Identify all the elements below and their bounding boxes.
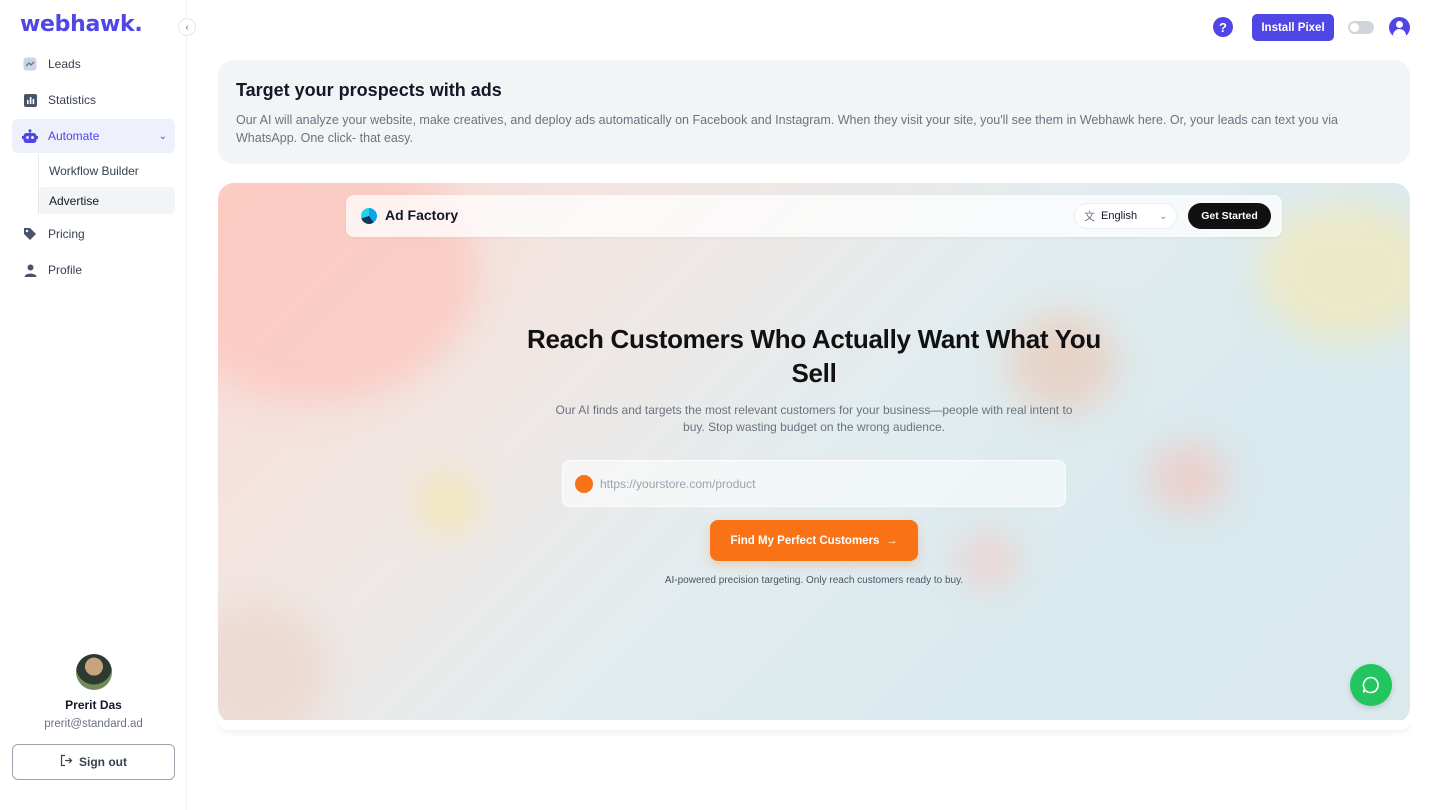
install-pixel-button[interactable]: Install Pixel <box>1252 14 1334 41</box>
chevron-left-icon: ‹ <box>185 21 189 33</box>
page-title: Target your prospects with ads <box>236 80 502 100</box>
sidebar-item-label: Leads <box>48 57 81 71</box>
user-email: prerit@standard.ad <box>44 718 143 730</box>
sidebar-item-pricing[interactable]: Pricing <box>12 217 175 251</box>
find-customers-button[interactable]: Find My Perfect Customers → <box>710 520 918 561</box>
sidebar-item-label: Pricing <box>48 227 85 241</box>
sidebar: webhawk. Leads Statistics Automate ⌄ Wor… <box>0 0 187 810</box>
help-icon[interactable]: ? <box>1213 17 1233 37</box>
arrow-right-icon: → <box>886 534 898 547</box>
leads-icon <box>22 56 38 72</box>
language-select[interactable]: 文 English ⌄ <box>1074 203 1177 229</box>
sidebar-item-leads[interactable]: Leads <box>12 47 175 81</box>
chat-icon[interactable] <box>1350 664 1392 706</box>
user-profile-icon[interactable] <box>1389 17 1410 38</box>
sidebar-item-label: Automate <box>48 129 100 143</box>
ad-factory-panel: Ad Factory 文 English ⌄ Get Started Reach… <box>218 183 1410 723</box>
page-description: Our AI will analyze your website, make c… <box>236 113 1339 145</box>
ads-info-card: Target your prospects with ads Our AI wi… <box>218 60 1410 164</box>
user-card: Prerit Das prerit@standard.ad <box>0 654 187 730</box>
sidebar-subitem-workflow-builder[interactable]: Workflow Builder <box>39 157 175 184</box>
user-name: Prerit Das <box>65 698 122 712</box>
hero-subtitle: Our AI finds and targets the most releva… <box>555 403 1073 434</box>
product-url-input[interactable] <box>600 476 1040 491</box>
sidebar-item-profile[interactable]: Profile <box>12 253 175 287</box>
webhawk-logo[interactable]: webhawk. <box>20 12 143 37</box>
panel-footer <box>218 720 1410 730</box>
theme-toggle[interactable] <box>1348 21 1374 34</box>
tag-icon <box>22 226 38 242</box>
sidebar-nav: Leads Statistics Automate ⌄ Workflow Bui… <box>12 47 175 289</box>
url-input-box <box>562 460 1066 507</box>
chevron-down-icon: ⌄ <box>1159 210 1167 221</box>
automate-subnav: Workflow Builder Advertise <box>38 155 175 214</box>
translate-icon: 文 <box>1084 211 1095 223</box>
collapse-sidebar-button[interactable]: ‹ <box>178 18 196 36</box>
sidebar-item-statistics[interactable]: Statistics <box>12 83 175 117</box>
sidebar-item-automate[interactable]: Automate ⌄ <box>12 119 175 153</box>
avatar <box>75 654 112 690</box>
ad-factory-title[interactable]: Ad Factory <box>385 207 458 223</box>
logout-icon <box>60 754 73 770</box>
status-dot-icon <box>575 474 593 493</box>
ad-factory-logo-icon <box>361 208 377 224</box>
chevron-down-icon[interactable]: ⌄ <box>159 131 167 142</box>
find-customers-label: Find My Perfect Customers <box>730 534 880 547</box>
language-value: English <box>1101 210 1138 222</box>
hero-title: Reach Customers Who Actually Want What Y… <box>527 324 1101 388</box>
hero-note: AI-powered precision targeting. Only rea… <box>664 575 964 586</box>
sidebar-item-label: Statistics <box>48 93 97 107</box>
bar-chart-icon <box>22 92 38 108</box>
sign-out-label: Sign out <box>79 755 127 769</box>
robot-icon <box>22 128 38 144</box>
sidebar-subitem-advertise[interactable]: Advertise <box>39 187 175 214</box>
sidebar-item-label: Profile <box>48 263 83 277</box>
ad-factory-header: Ad Factory 文 English ⌄ Get Started <box>346 195 1282 237</box>
get-started-button[interactable]: Get Started <box>1188 203 1271 229</box>
person-icon <box>22 262 38 278</box>
sign-out-button[interactable]: Sign out <box>12 744 175 780</box>
